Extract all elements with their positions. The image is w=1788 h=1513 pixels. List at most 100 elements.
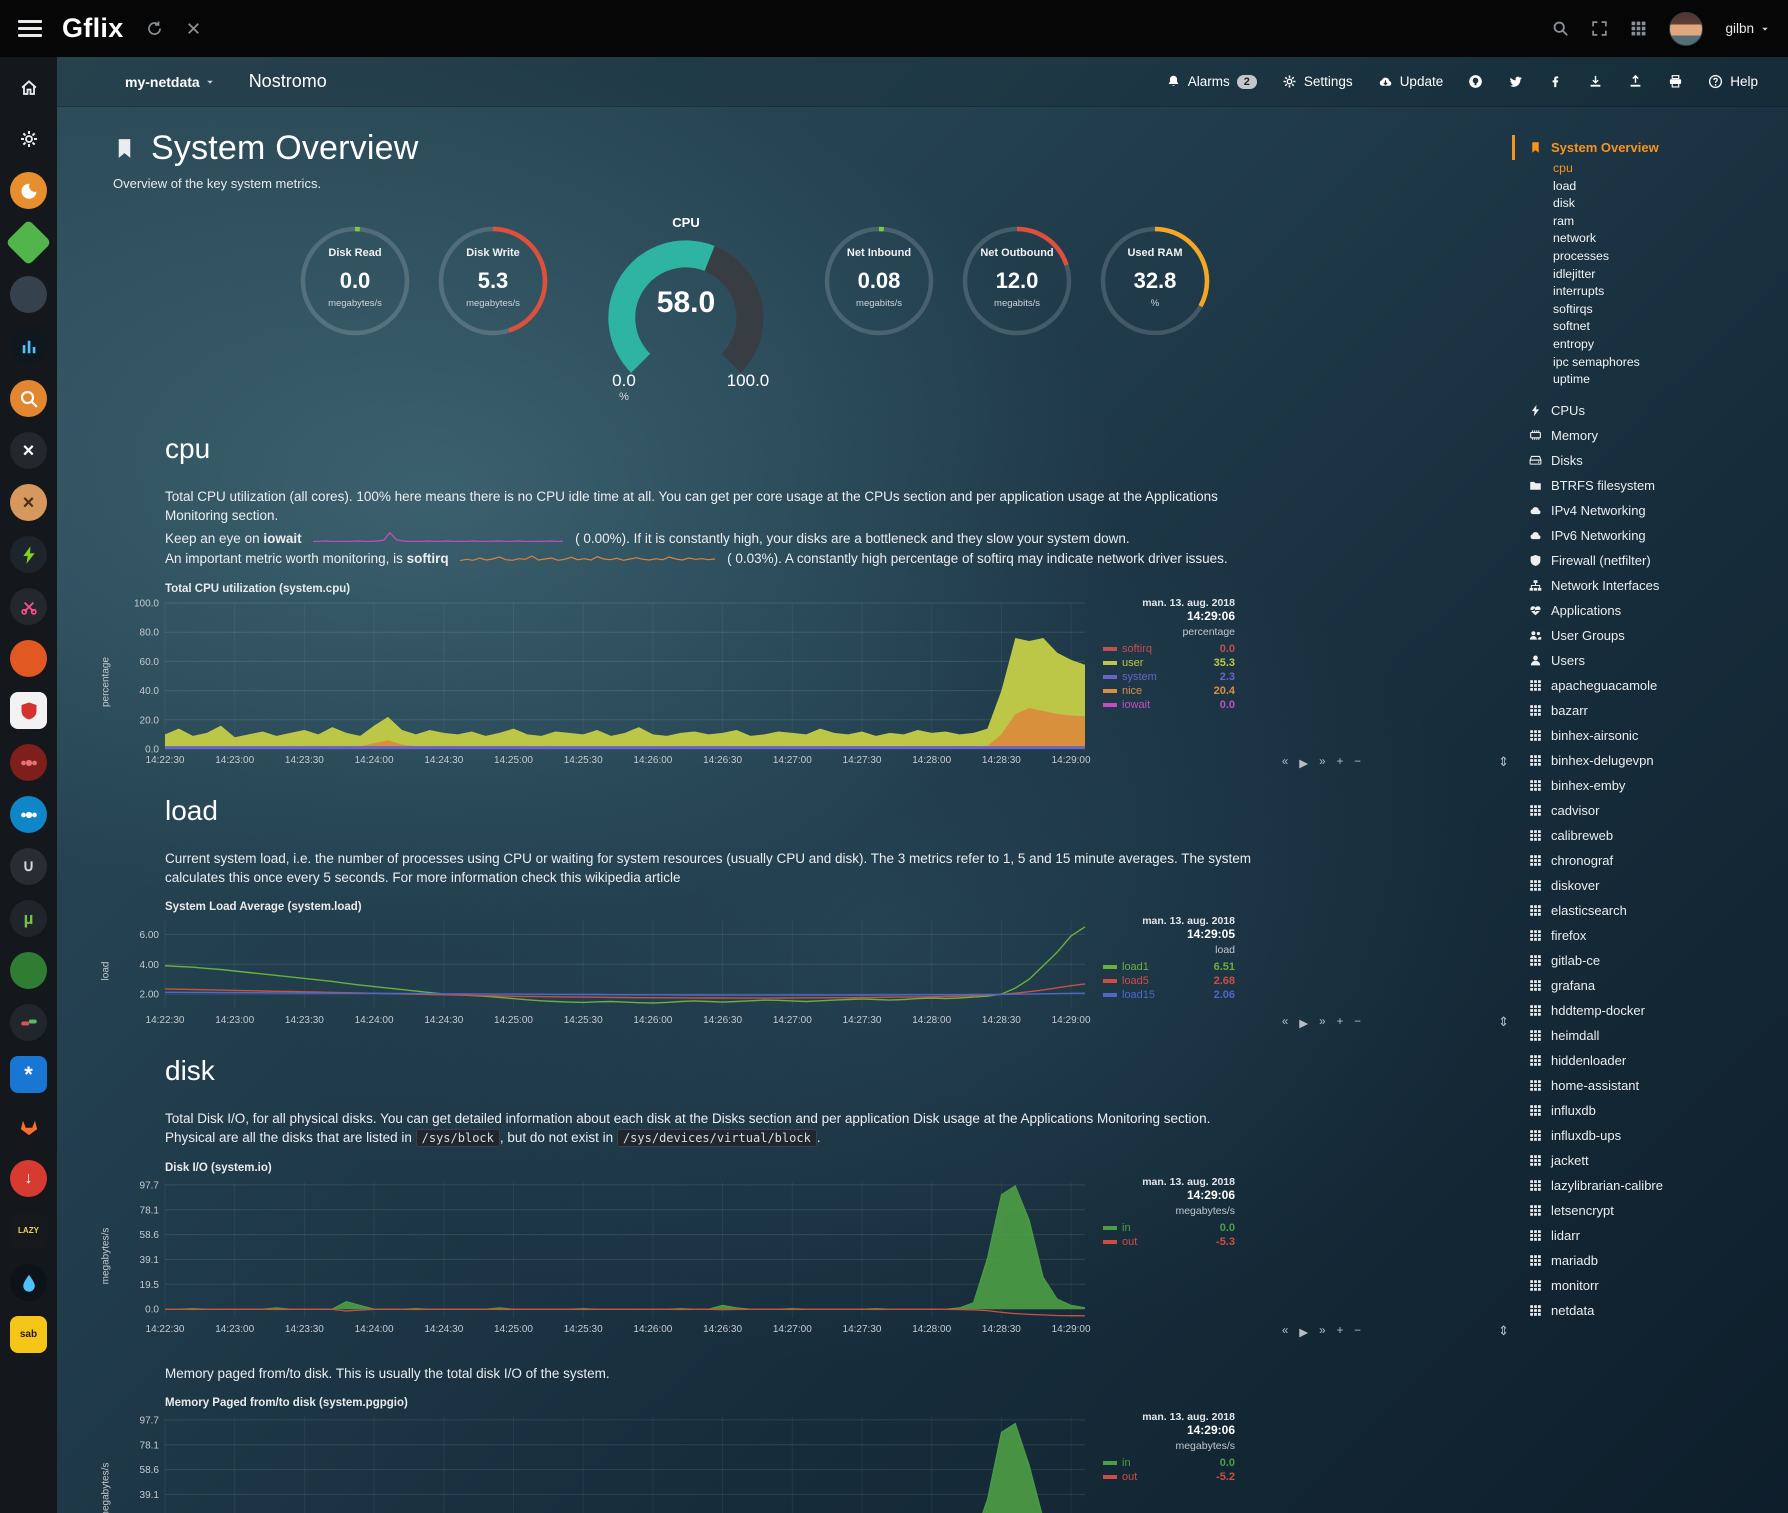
- pan-forward-icon[interactable]: »: [1319, 1016, 1325, 1030]
- sidebar-item-netdata[interactable]: netdata: [1512, 1298, 1782, 1323]
- load-chart-plot[interactable]: 14:22:3014:23:0014:23:3014:24:0014:24:30…: [115, 915, 1095, 1027]
- sidebar-item-firefox[interactable]: firefox: [1512, 923, 1782, 948]
- disk-chart-plot[interactable]: 14:22:3014:23:0014:23:3014:24:0014:24:30…: [115, 1176, 1095, 1336]
- pan-backward-icon[interactable]: «: [1282, 1016, 1288, 1030]
- app-icon-pills[interactable]: [10, 1004, 47, 1041]
- nav-help[interactable]: Help: [1708, 74, 1758, 89]
- sidebar-item-letsencrypt[interactable]: letsencrypt: [1512, 1198, 1782, 1223]
- app-icon-green-mu[interactable]: µ: [10, 900, 47, 937]
- play-icon[interactable]: ▶: [1299, 756, 1308, 770]
- legend-item-in[interactable]: in0.0: [1103, 1222, 1235, 1234]
- pgpgio-chart-plot[interactable]: 14:22:3014:23:0014:23:3014:24:0014:24:30…: [115, 1411, 1095, 1513]
- gauge-cpu[interactable]: CPU58.00.0100.0%: [578, 215, 794, 407]
- app-icon-orange-magnifier[interactable]: [10, 380, 47, 417]
- legend-item-softirq[interactable]: softirq0.0: [1103, 643, 1235, 655]
- legend-item-load5[interactable]: load52.68: [1103, 975, 1235, 987]
- app-icon-blue-drop[interactable]: [10, 1264, 47, 1301]
- sidebar-sub-softirqs[interactable]: softirqs: [1512, 301, 1782, 319]
- cpu-chart-plot[interactable]: 14:22:3014:23:0014:23:3014:24:0014:24:30…: [115, 597, 1095, 767]
- sidebar-item-binhex-delugevpn[interactable]: binhex-delugevpn: [1512, 748, 1782, 773]
- sidebar-item-jackett[interactable]: jackett: [1512, 1148, 1782, 1173]
- sidebar-item-chronograf[interactable]: chronograf: [1512, 848, 1782, 873]
- sidebar-sub-ram[interactable]: ram: [1512, 213, 1782, 231]
- sidebar-item-memory[interactable]: Memory: [1512, 423, 1782, 448]
- app-icon-navy-circle[interactable]: [10, 276, 47, 313]
- app-icon-red-cluster[interactable]: [10, 744, 47, 781]
- refresh-tab-icon[interactable]: [146, 20, 163, 37]
- sidebar-sub-processes[interactable]: processes: [1512, 248, 1782, 266]
- app-icon-orange-swirl[interactable]: [10, 172, 47, 209]
- sidebar-item-user-groups[interactable]: User Groups: [1512, 623, 1782, 648]
- app-icon-pink-scissors[interactable]: [10, 588, 47, 625]
- search-icon[interactable]: [1552, 20, 1569, 37]
- pan-forward-icon[interactable]: »: [1319, 1325, 1325, 1339]
- chart-resize-handle[interactable]: ⇕: [1498, 1323, 1509, 1339]
- apps-grid-icon[interactable]: [1630, 20, 1647, 37]
- app-icon-blue-square-star[interactable]: *: [10, 1056, 47, 1093]
- sidebar-item-heimdall[interactable]: heimdall: [1512, 1023, 1782, 1048]
- app-icon-dark-cross[interactable]: ×: [10, 432, 47, 469]
- sidebar-item-cpus[interactable]: CPUs: [1512, 398, 1782, 423]
- sidebar-item-lazylibrarian-calibre[interactable]: lazylibrarian-calibre: [1512, 1173, 1782, 1198]
- sidebar-sub-load[interactable]: load: [1512, 178, 1782, 196]
- gauge-net-inbound[interactable]: Net Inbound0.08megabits/s: [810, 215, 948, 343]
- sidebar-item-binhex-airsonic[interactable]: binhex-airsonic: [1512, 723, 1782, 748]
- sidebar-item-mariadb[interactable]: mariadb: [1512, 1248, 1782, 1273]
- gauge-disk-write[interactable]: Disk Write5.3megabytes/s: [424, 215, 562, 343]
- close-tab-icon[interactable]: [185, 20, 202, 37]
- sidebar-item-influxdb-ups[interactable]: influxdb-ups: [1512, 1123, 1782, 1148]
- sidebar-item-elasticsearch[interactable]: elasticsearch: [1512, 898, 1782, 923]
- legend-item-user[interactable]: user35.3: [1103, 657, 1235, 669]
- home-icon[interactable]: [10, 68, 47, 105]
- sidebar-item-hddtemp-docker[interactable]: hddtemp-docker: [1512, 998, 1782, 1023]
- sidebar-item-home-assistant[interactable]: home-assistant: [1512, 1073, 1782, 1098]
- app-icon-tan-cross[interactable]: ×: [10, 484, 47, 521]
- gauge-net-outbound[interactable]: Net Outbound12.0megabits/s: [948, 215, 1086, 343]
- zoom-in-icon[interactable]: +: [1337, 1325, 1344, 1339]
- zoom-out-icon[interactable]: −: [1354, 1325, 1361, 1339]
- sidebar-item-disks[interactable]: Disks: [1512, 448, 1782, 473]
- nav-alarms[interactable]: Alarms2: [1166, 74, 1257, 89]
- sidebar-item-btrfs-filesystem[interactable]: BTRFS filesystem: [1512, 473, 1782, 498]
- legend-item-iowait[interactable]: iowait0.0: [1103, 699, 1235, 711]
- zoom-out-icon[interactable]: −: [1354, 1016, 1361, 1030]
- legend-item-system[interactable]: system2.3: [1103, 671, 1235, 683]
- sidebar-item-bazarr[interactable]: bazarr: [1512, 698, 1782, 723]
- app-icon-orange-bug[interactable]: [10, 640, 47, 677]
- app-icon-green-bolt[interactable]: [10, 536, 47, 573]
- pan-forward-icon[interactable]: »: [1319, 756, 1325, 770]
- legend-item-out[interactable]: out-5.2: [1103, 1471, 1235, 1483]
- app-icon-sab[interactable]: sab: [10, 1316, 47, 1353]
- app-icon-blue-equalizer[interactable]: [10, 328, 47, 365]
- sidebar-sub-cpu[interactable]: cpu: [1512, 160, 1782, 178]
- menu-icon[interactable]: [18, 20, 42, 37]
- legend-item-nice[interactable]: nice20.4: [1103, 685, 1235, 697]
- nav-twitter[interactable]: [1508, 74, 1523, 89]
- sidebar-item-diskover[interactable]: diskover: [1512, 873, 1782, 898]
- app-icon-red-download[interactable]: ↓: [10, 1160, 47, 1197]
- iowait-sparkline[interactable]: [313, 530, 563, 549]
- zoom-out-icon[interactable]: −: [1354, 756, 1361, 770]
- fullscreen-icon[interactable]: [1591, 20, 1608, 37]
- nav-github[interactable]: [1468, 74, 1483, 89]
- sidebar-item-monitorr[interactable]: monitorr: [1512, 1273, 1782, 1298]
- app-icon-green-diamond[interactable]: [5, 219, 51, 265]
- sidebar-sub-entropy[interactable]: entropy: [1512, 336, 1782, 354]
- sidebar-sub-network[interactable]: network: [1512, 230, 1782, 248]
- chart-resize-handle[interactable]: ⇕: [1498, 754, 1509, 770]
- sidebar-item-lidarr[interactable]: lidarr: [1512, 1223, 1782, 1248]
- pan-backward-icon[interactable]: «: [1282, 1325, 1288, 1339]
- gauge-used-ram[interactable]: Used RAM32.8%: [1086, 215, 1224, 343]
- sidebar-item-applications[interactable]: Applications: [1512, 598, 1782, 623]
- sidebar-item-ipv6-networking[interactable]: IPv6 Networking: [1512, 523, 1782, 548]
- app-icon-gitlab-fox[interactable]: [10, 1108, 47, 1145]
- nav-print[interactable]: [1668, 74, 1683, 89]
- app-icon-blue-dots[interactable]: [10, 796, 47, 833]
- app-icon-gray-horseshoe[interactable]: ∪: [10, 848, 47, 885]
- zoom-in-icon[interactable]: +: [1337, 756, 1344, 770]
- play-icon[interactable]: ▶: [1299, 1016, 1308, 1030]
- gauge-disk-read[interactable]: Disk Read0.0megabytes/s: [286, 215, 424, 343]
- sidebar-sub-idlejitter[interactable]: idlejitter: [1512, 266, 1782, 284]
- sidebar-item-influxdb[interactable]: influxdb: [1512, 1098, 1782, 1123]
- sidebar-item-hiddenloader[interactable]: hiddenloader: [1512, 1048, 1782, 1073]
